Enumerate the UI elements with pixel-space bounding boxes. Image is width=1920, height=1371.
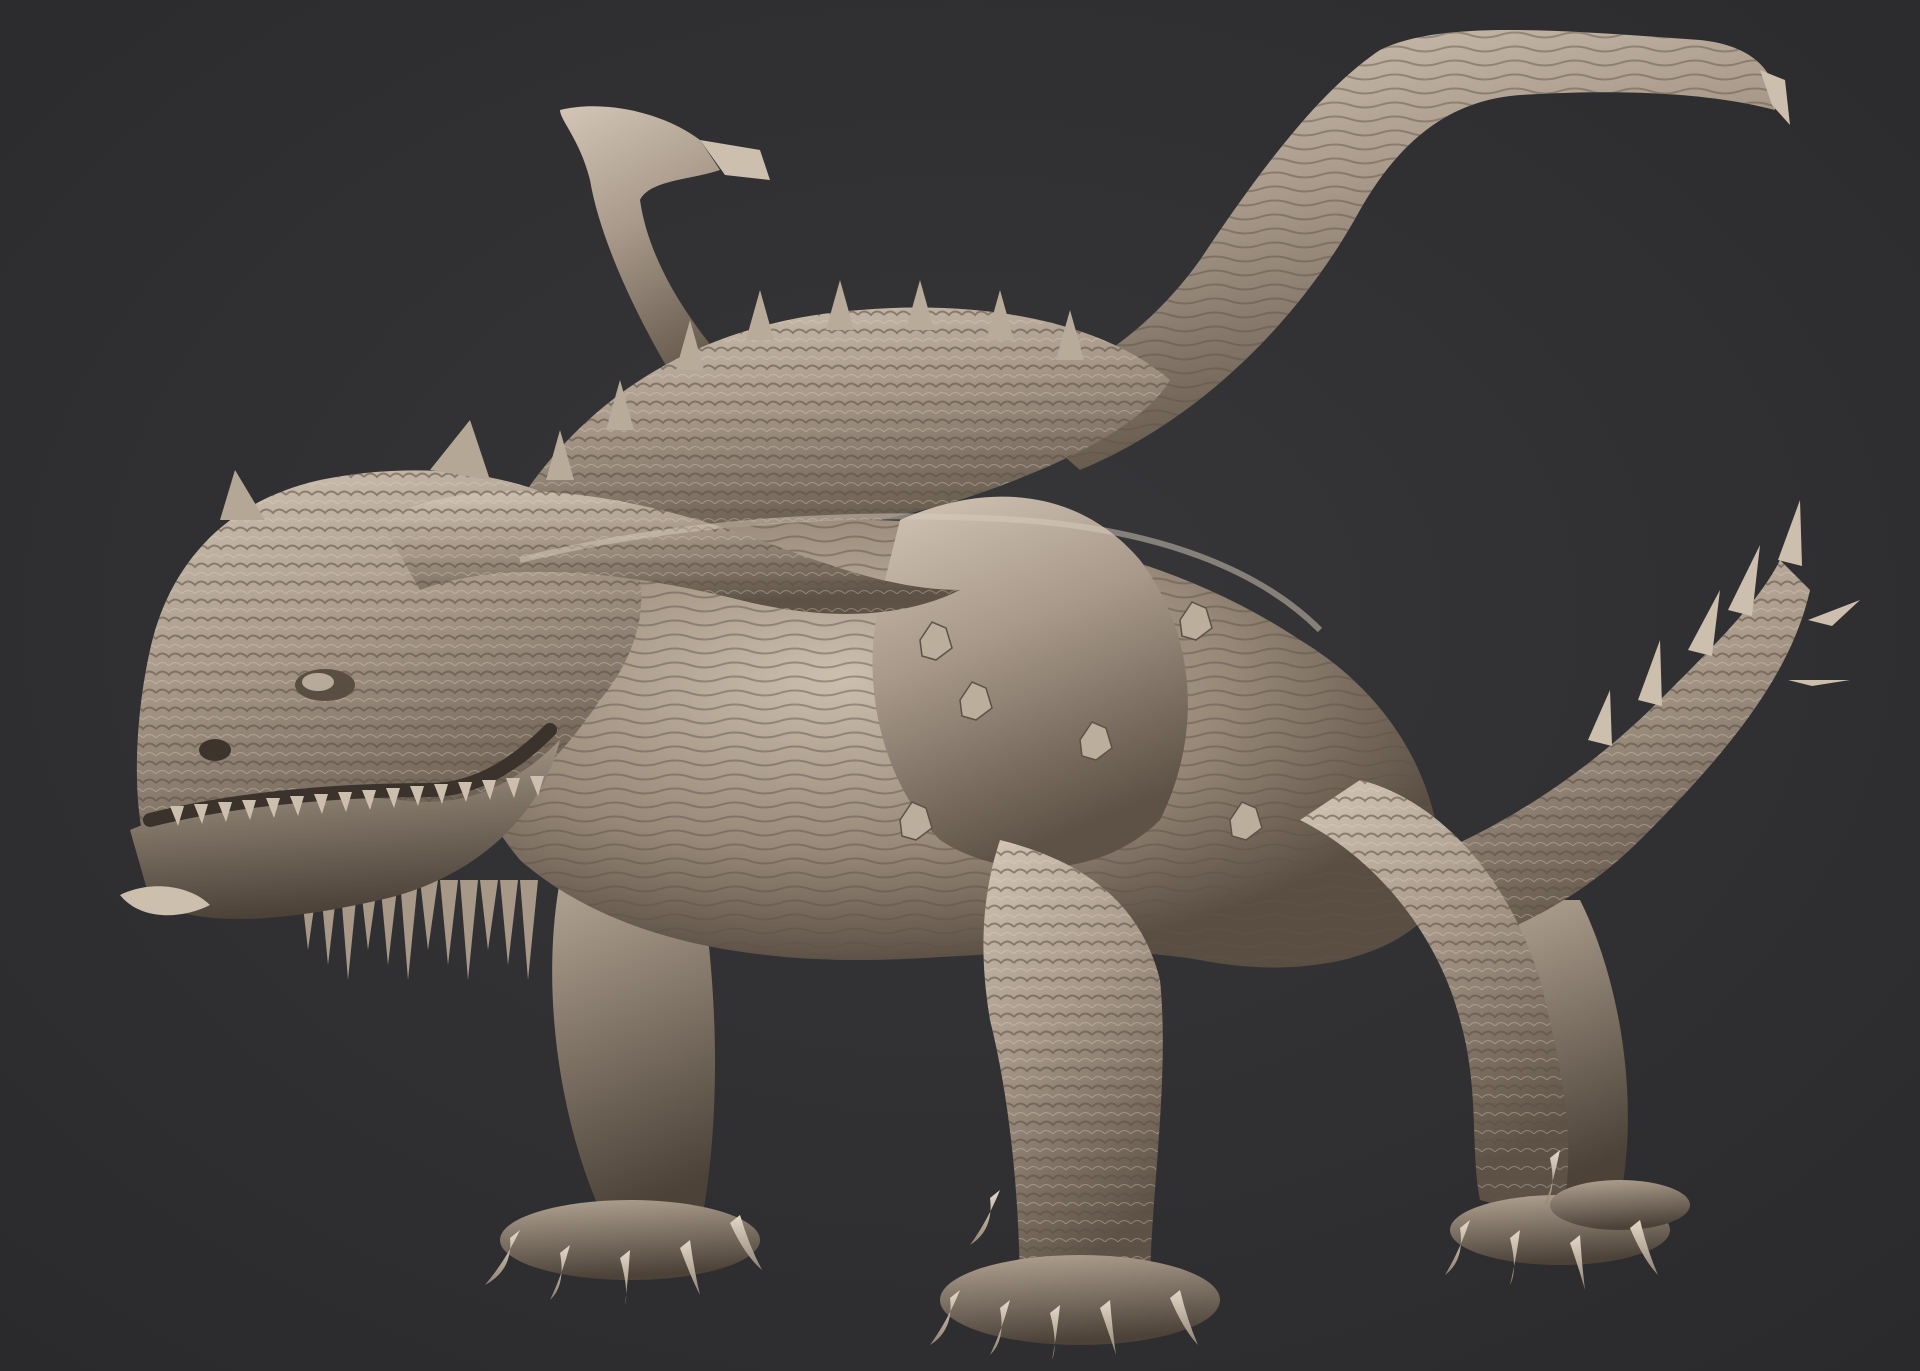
far-front-foot (500, 1200, 760, 1280)
dragon-sculpture (0, 0, 1920, 1371)
sculpt-viewport[interactable] (0, 0, 1920, 1371)
nostril (199, 739, 231, 761)
eye-highlight (302, 673, 334, 691)
far-hind-foot (1550, 1180, 1690, 1230)
